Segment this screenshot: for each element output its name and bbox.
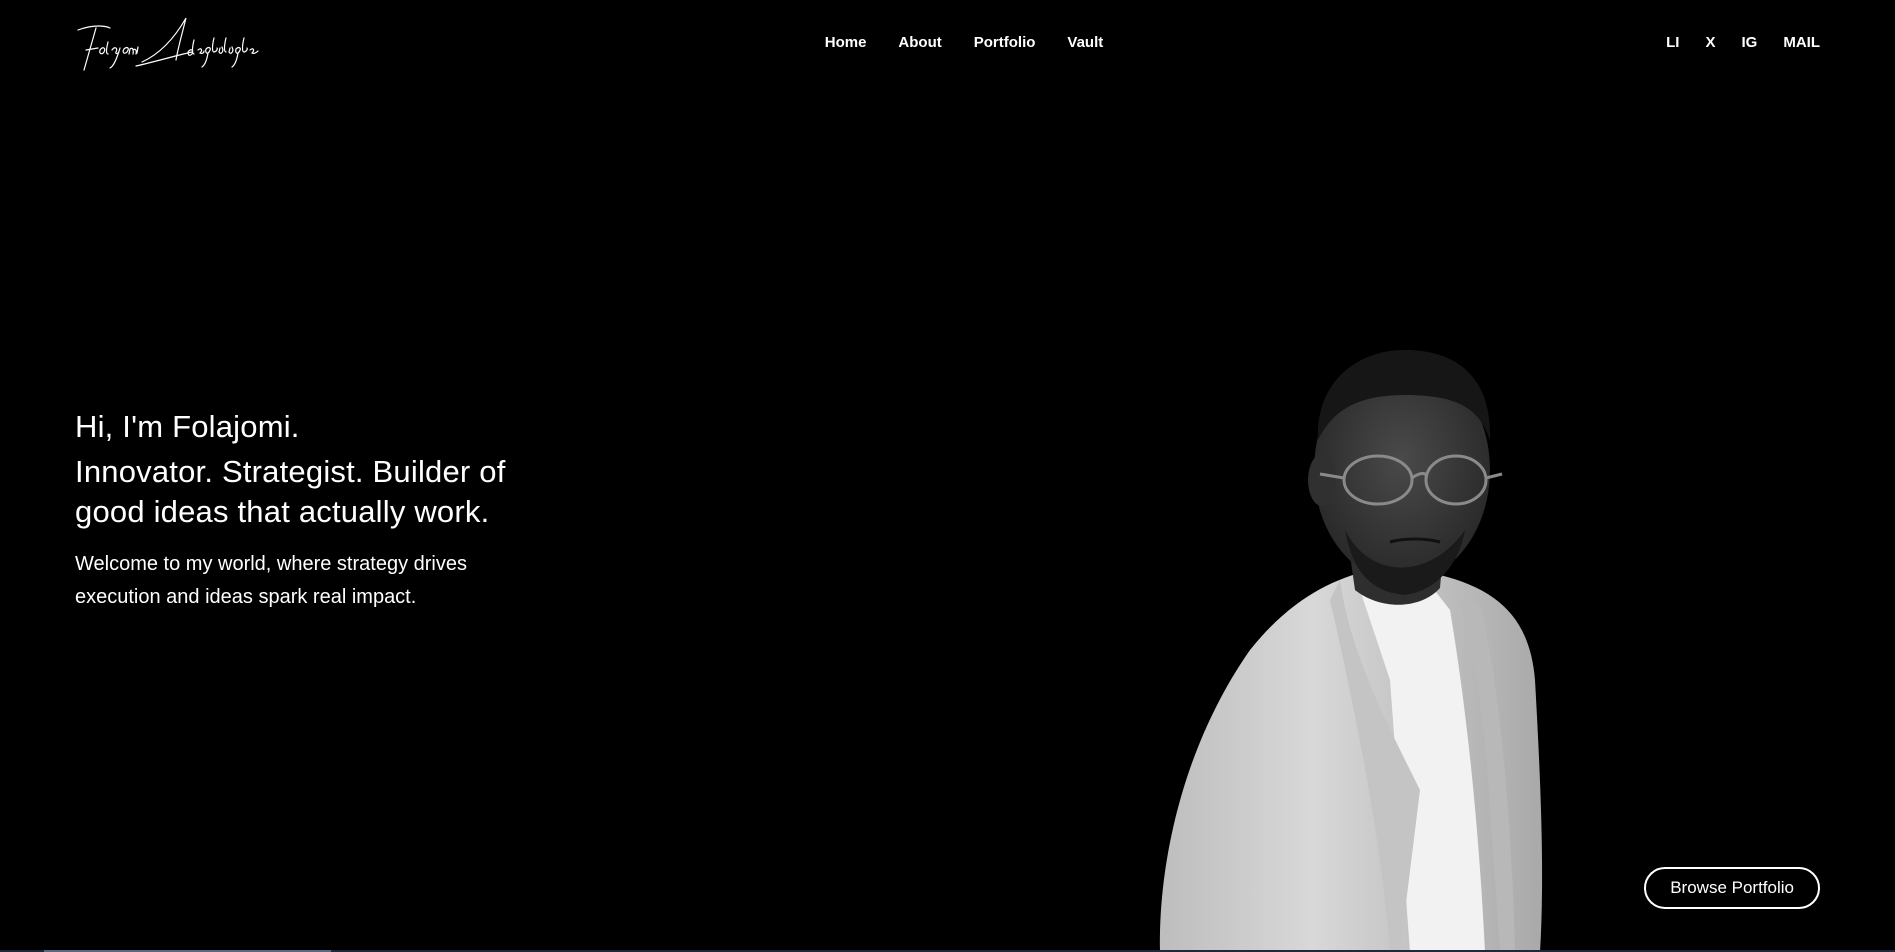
nav-portfolio-link[interactable]: Portfolio [974,30,1036,56]
hero-tagline: Innovator. Strategist. Builder of good i… [75,454,506,529]
portrait-photo [1159,350,1543,952]
nav-home-link[interactable]: Home [825,30,867,56]
hero-greeting: Hi, I'm Folajomi. [75,409,300,444]
browse-portfolio-button[interactable]: Browse Portfolio [1644,867,1820,909]
linkedin-link[interactable]: LI [1666,30,1679,56]
landing-page: Home About Portfolio Vault LI X IG MAIL … [0,0,1895,952]
hero-section: Hi, I'm Folajomi. Innovator. Strategist.… [75,406,515,614]
hero-subtitle: Welcome to my world, where strategy driv… [75,553,467,608]
x-link[interactable]: X [1705,30,1715,56]
nav-about-link[interactable]: About [898,30,941,56]
mail-link[interactable]: MAIL [1783,30,1820,56]
main-nav: Home About Portfolio Vault [0,30,1895,56]
nav-vault-link[interactable]: Vault [1067,30,1103,56]
social-links: LI X IG MAIL [1666,30,1820,56]
instagram-link[interactable]: IG [1741,30,1757,56]
